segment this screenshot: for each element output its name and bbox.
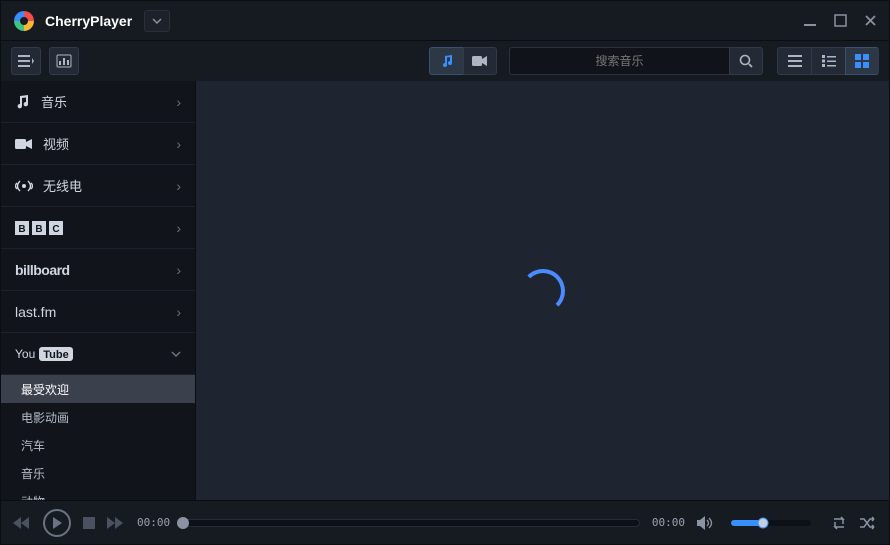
maximize-icon [834, 14, 847, 27]
music-note-icon [440, 54, 454, 68]
sidebar: 音乐 › 视频 › 无线电 › B B C › [1, 81, 196, 500]
list-detail-icon [822, 55, 836, 67]
view-detail-button[interactable] [811, 47, 845, 75]
search-box [509, 47, 763, 75]
media-music-button[interactable] [429, 47, 463, 75]
search-input[interactable] [509, 47, 729, 75]
hamburger-icon [18, 55, 34, 67]
volume-slider[interactable] [731, 520, 811, 526]
volume-icon [697, 516, 713, 530]
app-window: CherryPlayer [0, 0, 890, 545]
repeat-button[interactable] [831, 516, 847, 530]
sidebar-item-youtube[interactable]: You Tube [1, 333, 195, 375]
bbc-icon: B B C [15, 220, 63, 236]
lastfm-icon: last.fm [15, 304, 56, 320]
skip-next-icon [107, 516, 125, 530]
chevron-right-icon: › [176, 220, 181, 236]
chevron-right-icon: › [176, 178, 181, 194]
music-note-icon [15, 94, 31, 110]
chevron-right-icon: › [176, 304, 181, 320]
volume-thumb[interactable] [758, 517, 769, 528]
time-remaining: 00:00 [652, 516, 685, 529]
view-mode-toggle [777, 47, 879, 75]
chevron-right-icon: › [176, 94, 181, 110]
time-elapsed: 00:00 [137, 516, 170, 529]
svg-text:Tube: Tube [43, 349, 68, 361]
sidebar-item-video[interactable]: 视频 › [1, 123, 195, 165]
play-icon [43, 509, 71, 537]
sidebar-item-label: 视频 [43, 134, 69, 153]
chevron-down-icon [171, 351, 181, 357]
media-type-toggle [429, 47, 497, 75]
sidebar-sub-animals[interactable]: 动物 [1, 487, 195, 500]
list-lines-icon [788, 55, 802, 67]
sidebar-item-billboard[interactable]: billboard › [1, 249, 195, 291]
sidebar-item-lastfm[interactable]: last.fm › [1, 291, 195, 333]
svg-text:B: B [18, 224, 25, 235]
shuffle-icon [859, 516, 877, 530]
minimize-button[interactable] [797, 8, 823, 34]
equalizer-icon [56, 54, 72, 68]
chevron-right-icon: › [176, 136, 181, 152]
minimize-icon [803, 14, 817, 28]
title-dropdown-button[interactable] [144, 10, 170, 32]
progress-thumb[interactable] [177, 517, 189, 529]
media-video-button[interactable] [463, 47, 497, 75]
progress-slider[interactable] [182, 519, 640, 527]
view-grid-button[interactable] [845, 47, 879, 75]
volume-button[interactable] [697, 516, 713, 530]
maximize-button[interactable] [827, 8, 853, 34]
sidebar-item-radio[interactable]: 无线电 › [1, 165, 195, 207]
content-area [196, 81, 889, 500]
repeat-icon [831, 516, 847, 530]
search-icon [739, 54, 753, 68]
player-bar: 00:00 00:00 [1, 500, 889, 544]
sidebar-sub-label: 电影动画 [21, 409, 69, 426]
app-logo [13, 10, 35, 32]
prev-track-button[interactable] [13, 516, 31, 530]
skip-prev-icon [13, 516, 31, 530]
shuffle-button[interactable] [859, 516, 877, 530]
chevron-down-icon [152, 18, 162, 24]
sidebar-sub-label: 汽车 [21, 437, 45, 454]
view-list-button[interactable] [777, 47, 811, 75]
close-icon [864, 14, 877, 27]
video-cam-icon [15, 138, 33, 150]
loading-spinner-icon [521, 269, 565, 313]
chevron-right-icon: › [176, 262, 181, 278]
close-button[interactable] [857, 8, 883, 34]
sidebar-item-label: 音乐 [41, 92, 67, 111]
sidebar-sub-cars[interactable]: 汽车 [1, 431, 195, 459]
sidebar-item-music[interactable]: 音乐 › [1, 81, 195, 123]
sidebar-item-bbc[interactable]: B B C › [1, 207, 195, 249]
app-title: CherryPlayer [45, 13, 132, 29]
stop-button[interactable] [83, 517, 95, 529]
play-button[interactable] [43, 509, 71, 537]
sidebar-sub-music[interactable]: 音乐 [1, 459, 195, 487]
title-bar: CherryPlayer [1, 1, 889, 41]
sidebar-sub-most-popular[interactable]: 最受欢迎 [1, 375, 195, 403]
grid-icon [855, 54, 869, 68]
sidebar-sub-label: 音乐 [21, 465, 45, 482]
menu-button[interactable] [11, 47, 41, 75]
stop-icon [83, 517, 95, 529]
video-cam-icon [472, 55, 488, 67]
sidebar-item-label: 无线电 [43, 176, 82, 195]
billboard-icon: billboard [15, 262, 70, 278]
body: 音乐 › 视频 › 无线电 › B B C › [1, 81, 889, 500]
equalizer-button[interactable] [49, 47, 79, 75]
sidebar-sub-label: 动物 [21, 493, 45, 501]
youtube-icon: You Tube [15, 346, 75, 362]
svg-text:C: C [52, 224, 59, 235]
svg-text:B: B [35, 224, 42, 235]
sidebar-sub-label: 最受欢迎 [21, 381, 69, 398]
top-toolbar [1, 41, 889, 81]
radio-icon [15, 179, 33, 193]
svg-text:You: You [15, 347, 35, 361]
search-button[interactable] [729, 47, 763, 75]
sidebar-sub-movies-animation[interactable]: 电影动画 [1, 403, 195, 431]
next-track-button[interactable] [107, 516, 125, 530]
